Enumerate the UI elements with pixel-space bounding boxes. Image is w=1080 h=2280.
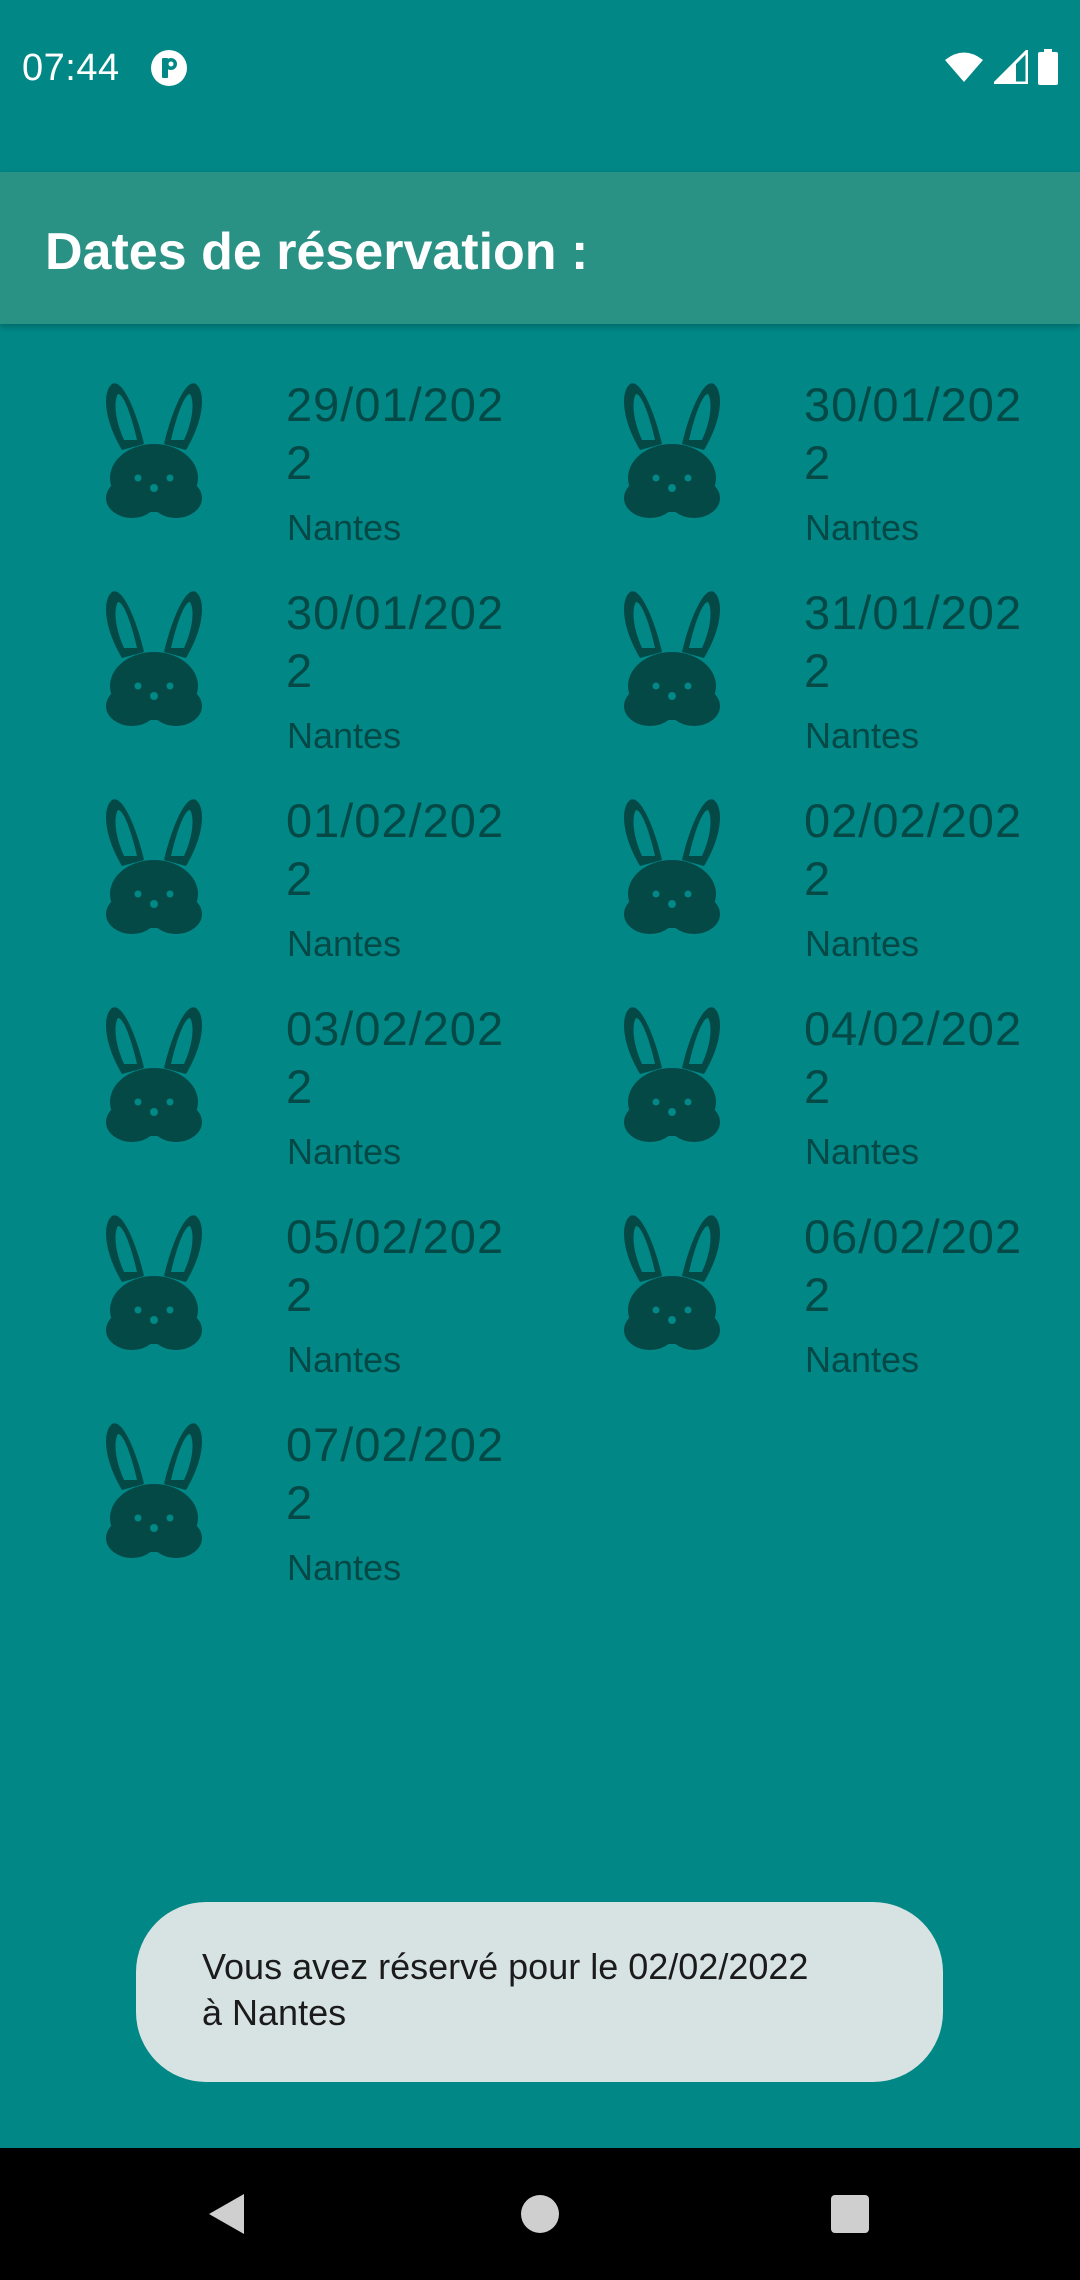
reservation-city: Nantes (805, 715, 920, 756)
reservation-date: 07/02/2022 (286, 1418, 505, 1529)
home-circle-icon (521, 2195, 559, 2233)
home-button[interactable] (504, 2178, 576, 2250)
reservation-card[interactable]: 07/02/2022 Nantes (0, 1404, 518, 1612)
navigation-bar (0, 2148, 1080, 2280)
app-bar: Dates de réservation : (0, 172, 1080, 324)
reservation-city: Nantes (805, 507, 920, 548)
recents-button[interactable] (814, 2178, 886, 2250)
reservation-card[interactable]: 05/02/2022 Nantes (0, 1196, 518, 1404)
rabbit-icon (106, 1423, 202, 1558)
reservation-date: 30/01/2022 (286, 586, 505, 697)
reservation-date: 31/01/2022 (804, 586, 1023, 697)
reservation-date: 05/02/2022 (286, 1210, 505, 1321)
rabbit-icon (624, 799, 720, 934)
reservation-card[interactable]: 02/02/2022 Nantes (518, 780, 1036, 988)
pocket-circle-icon (151, 50, 187, 86)
back-button[interactable] (190, 2178, 262, 2250)
reservation-city: Nantes (805, 1339, 920, 1380)
reservation-date: 06/02/2022 (804, 1210, 1023, 1321)
reservation-city: Nantes (287, 1339, 402, 1380)
back-triangle-icon (209, 2194, 244, 2234)
page-title: Dates de réservation : (45, 223, 589, 281)
recents-square-icon (831, 2195, 869, 2233)
toast-message: Vous avez réservé pour le 02/02/2022 à N… (136, 1902, 943, 2082)
rabbit-icon (106, 1215, 202, 1350)
reservation-card[interactable]: 04/02/2022 Nantes (518, 988, 1036, 1196)
rabbit-icon (624, 591, 720, 726)
reservation-date: 03/02/2022 (286, 1002, 505, 1113)
reservation-grid: 29/01/2022 Nantes 30/01/2022 Nantes 30/0… (0, 364, 1080, 1612)
reservation-date: 29/01/2022 (286, 378, 505, 489)
reservation-city: Nantes (287, 507, 402, 548)
rabbit-icon (106, 383, 202, 518)
rabbit-icon (624, 1215, 720, 1350)
reservation-card[interactable]: 29/01/2022 Nantes (0, 364, 518, 572)
battery-icon (1038, 49, 1058, 85)
reservation-card[interactable]: 06/02/2022 Nantes (518, 1196, 1036, 1404)
reservation-card[interactable]: 31/01/2022 Nantes (518, 572, 1036, 780)
cell-signal-icon (994, 50, 1028, 84)
rabbit-icon (624, 383, 720, 518)
reservation-city: Nantes (805, 1131, 920, 1172)
rabbit-icon (106, 799, 202, 934)
reservation-card[interactable]: 30/01/2022 Nantes (0, 572, 518, 780)
status-time: 07:44 (22, 47, 120, 89)
reservation-date: 04/02/2022 (804, 1002, 1023, 1113)
status-icons (944, 47, 1058, 87)
reservation-date: 02/02/2022 (804, 794, 1023, 905)
reservation-city: Nantes (287, 715, 402, 756)
wifi-icon (945, 52, 983, 82)
reservation-city: Nantes (287, 1547, 402, 1588)
rabbit-icon (624, 1007, 720, 1142)
reservation-card[interactable]: 03/02/2022 Nantes (0, 988, 518, 1196)
reservation-city: Nantes (287, 923, 402, 964)
rabbit-icon (106, 591, 202, 726)
rabbit-icon (106, 1007, 202, 1142)
toast-text: Vous avez réservé pour le 02/02/2022 à N… (202, 1946, 809, 2033)
reservation-date: 30/01/2022 (804, 378, 1023, 489)
reservation-date: 01/02/2022 (286, 794, 505, 905)
reservation-card[interactable]: 01/02/2022 Nantes (0, 780, 518, 988)
reservation-card[interactable]: 30/01/2022 Nantes (518, 364, 1036, 572)
reservation-city: Nantes (805, 923, 920, 964)
reservation-city: Nantes (287, 1131, 402, 1172)
status-bar: 07:44 (0, 0, 1080, 136)
